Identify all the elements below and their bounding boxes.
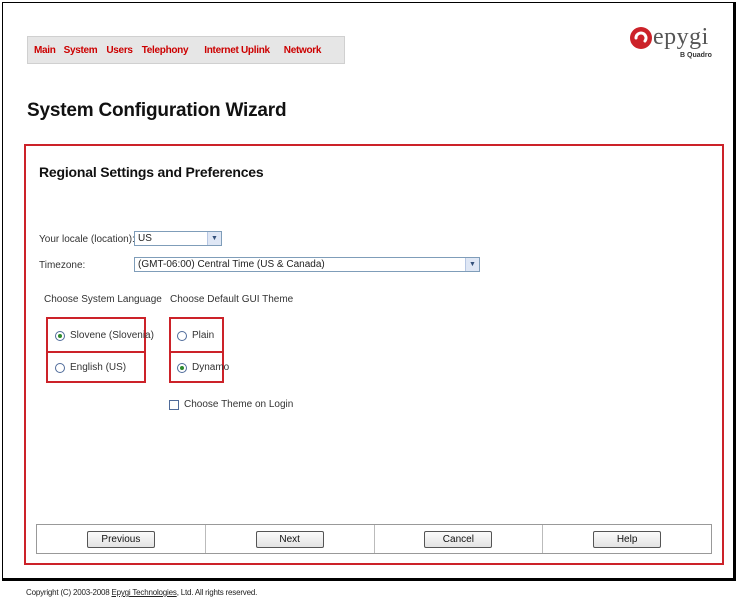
theme-option-label: Plain bbox=[192, 330, 215, 341]
nav-item-internet-uplink[interactable]: Internet Uplink bbox=[204, 45, 270, 56]
choose-theme-on-login-label: Choose Theme on Login bbox=[184, 399, 294, 410]
timezone-label: Timezone: bbox=[39, 260, 86, 271]
cancel-button[interactable]: Cancel bbox=[424, 530, 493, 548]
language-option-box-slovene: Slovene (Slovenia) bbox=[46, 317, 154, 353]
epygi-logo-mark-icon bbox=[630, 27, 652, 49]
locale-label: Your locale (location): bbox=[39, 234, 135, 245]
chevron-down-icon: ▼ bbox=[207, 232, 221, 245]
radio-selected-icon bbox=[177, 362, 187, 373]
radio-unselected-icon bbox=[177, 330, 187, 341]
wizard-button-bar: Previous Next Cancel Help bbox=[36, 524, 712, 554]
epygi-logo: epygi B Quadro bbox=[628, 22, 712, 64]
button-cell: Help bbox=[543, 525, 711, 553]
language-option-box-english: English (US) bbox=[46, 351, 146, 383]
choose-theme-on-login-checkbox[interactable]: Choose Theme on Login bbox=[169, 399, 293, 410]
radio-unselected-icon bbox=[55, 362, 65, 373]
panel-title: Regional Settings and Preferences bbox=[39, 164, 264, 180]
timezone-select-value: (GMT-06:00) Central Time (US & Canada) bbox=[138, 259, 325, 270]
language-radio-english[interactable]: English (US) bbox=[55, 362, 126, 373]
previous-button[interactable]: Previous bbox=[86, 530, 155, 548]
chevron-down-icon: ▼ bbox=[465, 258, 479, 271]
copyright-footer: Copyright (C) 2003-2008 Epygi Technologi… bbox=[26, 588, 257, 597]
top-nav-bar: Main System Users Telephony Internet Upl… bbox=[27, 36, 345, 64]
checkbox-icon bbox=[169, 399, 179, 410]
help-button[interactable]: Help bbox=[593, 530, 662, 548]
nav-item-main[interactable]: Main bbox=[34, 45, 56, 56]
button-cell: Cancel bbox=[375, 525, 544, 553]
radio-selected-icon bbox=[55, 330, 65, 341]
button-cell: Next bbox=[206, 525, 375, 553]
language-option-label: English (US) bbox=[70, 362, 127, 373]
language-radio-slovene[interactable]: Slovene (Slovenia) bbox=[55, 330, 154, 341]
theme-option-label: Dynamo bbox=[192, 362, 230, 373]
theme-radio-plain[interactable]: Plain bbox=[177, 330, 214, 341]
copyright-suffix: , Ltd. All rights reserved. bbox=[176, 588, 258, 597]
locale-select-value: US bbox=[138, 233, 152, 244]
nav-item-system[interactable]: System bbox=[64, 45, 98, 56]
language-group-label: Choose System Language bbox=[44, 294, 162, 305]
nav-item-network[interactable]: Network bbox=[284, 45, 322, 56]
nav-item-telephony[interactable]: Telephony bbox=[142, 45, 189, 56]
theme-option-box-dynamo: Dynamo bbox=[169, 351, 229, 383]
theme-radio-dynamo[interactable]: Dynamo bbox=[177, 362, 229, 373]
page-title: System Configuration Wizard bbox=[27, 100, 287, 121]
copyright-prefix: Copyright (C) 2003-2008 bbox=[26, 588, 112, 597]
logo-brand-text: epygi bbox=[653, 24, 709, 50]
logo-product-text: B Quadro bbox=[680, 52, 712, 59]
timezone-select[interactable]: (GMT-06:00) Central Time (US & Canada) ▼ bbox=[134, 257, 480, 272]
button-cell: Previous bbox=[37, 525, 206, 553]
company-link[interactable]: Epygi Technologies bbox=[111, 588, 176, 597]
language-option-label: Slovene (Slovenia) bbox=[70, 330, 154, 341]
locale-select[interactable]: US ▼ bbox=[134, 231, 222, 246]
theme-option-box-plain: Plain bbox=[169, 317, 224, 353]
nav-item-users[interactable]: Users bbox=[106, 45, 133, 56]
theme-group-label: Choose Default GUI Theme bbox=[170, 294, 294, 305]
next-button[interactable]: Next bbox=[255, 530, 324, 548]
wizard-panel: Regional Settings and Preferences Your l… bbox=[24, 144, 724, 565]
